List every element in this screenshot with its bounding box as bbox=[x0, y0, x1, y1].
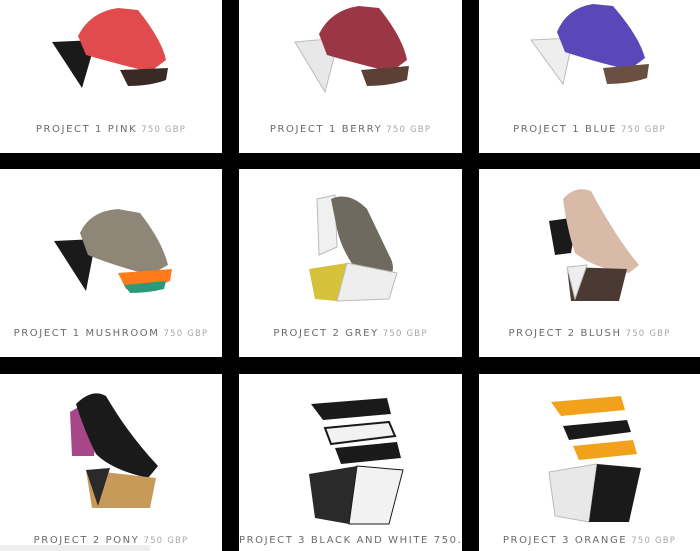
shoe-image bbox=[548, 396, 641, 523]
shoe-upper bbox=[76, 393, 158, 478]
shoe-platform bbox=[548, 463, 598, 523]
shoe-platform bbox=[603, 64, 649, 84]
shoe-upper bbox=[557, 4, 645, 70]
product-name: PROJECT 2 GREY bbox=[273, 328, 379, 339]
shoe-strap bbox=[563, 420, 631, 440]
product-name: PROJECT 1 PINK bbox=[35, 124, 138, 135]
product-caption: PROJECT 3 ORANGE 750 GBP bbox=[479, 535, 700, 546]
product-price: 750 GBP bbox=[143, 536, 189, 546]
product-caption: PROJECT 3 BLACK AND WHITE 750... bbox=[239, 535, 462, 546]
product-caption: PROJECT 1 BERRY 750 GBP bbox=[239, 124, 462, 135]
shoe-image bbox=[309, 398, 404, 525]
shoe-platform bbox=[361, 66, 409, 86]
shoe-heel bbox=[589, 464, 641, 522]
shoe-strap bbox=[323, 420, 397, 446]
product-name: PROJECT 1 BLUE bbox=[513, 124, 618, 135]
product-price: 750 GBP bbox=[621, 125, 666, 135]
product-price: 750 GBP bbox=[386, 125, 432, 135]
product-caption: PROJECT 1 BLUE 750 GBP bbox=[479, 124, 700, 135]
product-name: PROJECT 1 MUSHROOM bbox=[13, 328, 160, 339]
product-name: PROJECT 3 ORANGE bbox=[502, 535, 628, 546]
product-card[interactable]: PROJECT 2 GREY 750 GBP bbox=[239, 169, 462, 357]
shoe-upper bbox=[563, 189, 639, 273]
shoe-upper bbox=[311, 398, 391, 420]
product-caption: PROJECT 2 GREY 750 GBP bbox=[239, 328, 462, 339]
product-caption: PROJECT 2 BLUSH 750 GBP bbox=[479, 328, 700, 339]
product-card[interactable]: PROJECT 2 PONY 750 GBP bbox=[0, 374, 222, 551]
product-caption: PROJECT 1 MUSHROOM 750 GBP bbox=[0, 328, 222, 339]
shoe-upper bbox=[80, 209, 168, 275]
product-name: PROJECT 2 BLUSH bbox=[508, 328, 622, 339]
shoe-upper bbox=[78, 8, 166, 72]
product-price: 750 GBP bbox=[382, 329, 428, 339]
product-price: 750 GBP bbox=[163, 329, 209, 339]
product-card[interactable]: PROJECT 1 BLUE 750 GBP bbox=[479, 0, 700, 153]
shoe-upper bbox=[551, 396, 625, 416]
shoe-strap bbox=[335, 442, 401, 464]
product-price: 750 GBP bbox=[625, 329, 671, 339]
product-price: 750 GBP bbox=[141, 125, 187, 135]
product-grid: PROJECT 1 PINK 750 GBP PROJECT 1 BERRY 750… bbox=[0, 0, 700, 551]
product-price: 750 GBP bbox=[631, 536, 677, 546]
shoe-heel bbox=[348, 465, 404, 525]
shoe-platform bbox=[120, 68, 168, 86]
product-name: PROJECT 3 BLACK AND WHITE 750... bbox=[239, 535, 462, 546]
shoe-strap bbox=[573, 440, 637, 460]
product-card[interactable]: PROJECT 2 BLUSH 750 GBP bbox=[479, 169, 700, 357]
shoe-image bbox=[70, 393, 158, 508]
product-card[interactable]: PROJECT 1 PINK 750 GBP bbox=[0, 0, 222, 153]
horizontal-scrollbar[interactable] bbox=[0, 545, 150, 551]
product-card[interactable]: PROJECT 3 BLACK AND WHITE 750... bbox=[239, 374, 462, 551]
product-card[interactable]: PROJECT 1 BERRY 750 GBP bbox=[239, 0, 462, 153]
product-card[interactable]: PROJECT 1 MUSHROOM 750 GBP bbox=[0, 169, 222, 357]
product-card[interactable]: PROJECT 3 ORANGE 750 GBP bbox=[479, 374, 700, 551]
product-name: PROJECT 1 BERRY bbox=[269, 124, 383, 135]
product-caption: PROJECT 1 PINK 750 GBP bbox=[0, 124, 222, 135]
